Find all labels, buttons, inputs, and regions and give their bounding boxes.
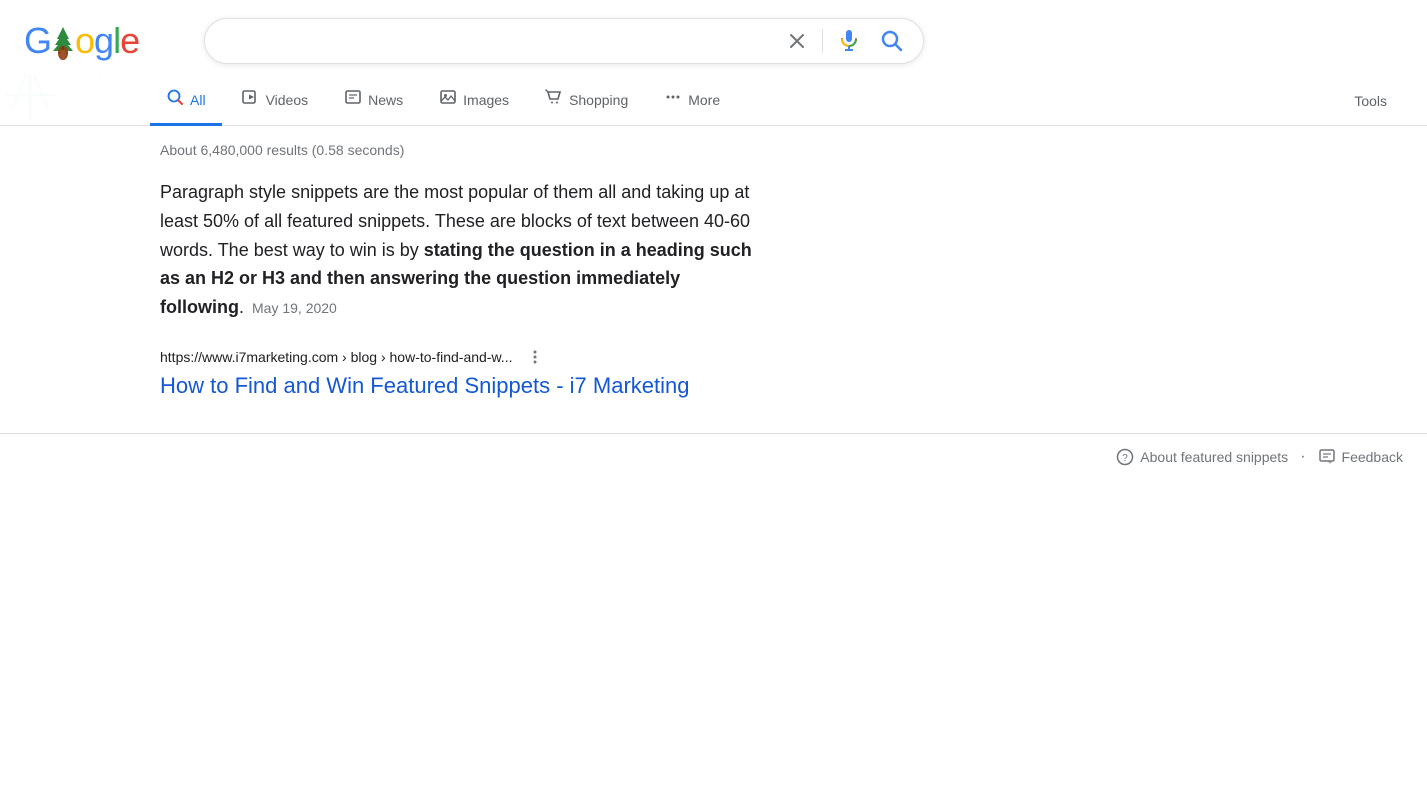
tab-videos-label: Videos — [266, 92, 309, 108]
search-divider — [822, 29, 823, 53]
logo-letter-e: e — [120, 20, 139, 62]
result-url-row: https://www.i7marketing.com › blog › how… — [160, 346, 760, 368]
tab-shopping[interactable]: Shopping — [529, 78, 644, 126]
results-count: About 6,480,000 results (0.58 seconds) — [160, 138, 760, 158]
about-snippets-link[interactable]: ? About featured snippets — [1116, 448, 1288, 466]
tab-more[interactable]: More — [648, 78, 736, 126]
bottom-bar: ? About featured snippets · Feedback — [0, 433, 1427, 480]
search-bar: how to win paragraph snippet — [204, 18, 924, 64]
result-title-link[interactable]: How to Find and Win Featured Snippets - … — [160, 373, 689, 398]
shopping-tab-icon — [545, 88, 563, 111]
search-tab-icon — [166, 88, 184, 111]
feedback-icon — [1318, 448, 1336, 466]
logo-tree-icon — [49, 25, 77, 57]
video-tab-icon — [242, 88, 260, 111]
question-icon: ? — [1116, 448, 1134, 466]
search-submit-button[interactable] — [875, 24, 907, 59]
result-url: https://www.i7marketing.com › blog › how… — [160, 349, 512, 365]
google-logo[interactable]: G o g l e — [24, 20, 139, 62]
featured-snippet: Paragraph style snippets are the most po… — [160, 178, 760, 322]
tab-shopping-label: Shopping — [569, 92, 628, 108]
logo-letter-o2: o — [75, 20, 94, 62]
voice-search-button[interactable] — [833, 24, 865, 59]
more-tab-icon — [664, 88, 682, 111]
search-bar-container: how to win paragraph snippet — [204, 18, 924, 64]
results-area: About 6,480,000 results (0.58 seconds) P… — [0, 126, 760, 433]
feedback-button[interactable]: Feedback — [1318, 448, 1403, 466]
svg-text:?: ? — [1123, 453, 1129, 464]
tools-button[interactable]: Tools — [1338, 83, 1403, 121]
result-menu-button[interactable] — [520, 346, 550, 368]
nav-tabs: All Videos News — [0, 74, 1427, 126]
tools-label: Tools — [1354, 93, 1387, 109]
clear-button[interactable] — [782, 26, 812, 56]
tab-all[interactable]: All — [150, 78, 222, 126]
images-tab-icon — [439, 88, 457, 111]
search-result-item: https://www.i7marketing.com › blog › how… — [160, 346, 760, 401]
snippet-text: Paragraph style snippets are the most po… — [160, 178, 760, 322]
feedback-label: Feedback — [1342, 449, 1403, 465]
microphone-icon — [837, 28, 861, 55]
logo-letter-l: l — [113, 20, 120, 62]
tab-images[interactable]: Images — [423, 78, 525, 126]
snippet-text-end: . — [239, 297, 244, 317]
search-icon — [879, 28, 903, 55]
tab-images-label: Images — [463, 92, 509, 108]
logo-letter-g: G — [24, 20, 51, 62]
snippet-date: May 19, 2020 — [252, 300, 337, 316]
about-snippets-label: About featured snippets — [1140, 449, 1288, 465]
search-input[interactable]: how to win paragraph snippet — [221, 32, 772, 50]
bottom-separator: · — [1300, 448, 1305, 466]
tab-news-label: News — [368, 92, 403, 108]
tab-videos[interactable]: Videos — [226, 78, 325, 126]
tab-more-label: More — [688, 92, 720, 108]
news-tab-icon — [344, 88, 362, 111]
tab-news[interactable]: News — [328, 78, 419, 126]
tab-all-label: All — [190, 92, 206, 108]
logo-letter-g2: g — [94, 20, 113, 62]
logo-area: G o g l e — [24, 20, 184, 62]
header: G o g l e — [0, 0, 1427, 74]
